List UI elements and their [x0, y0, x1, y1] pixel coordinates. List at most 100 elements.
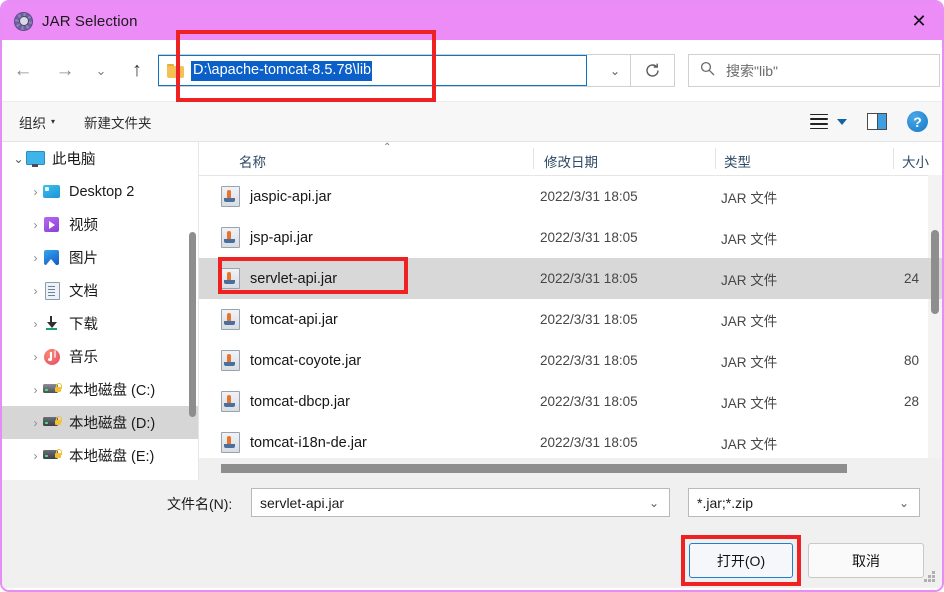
documents-icon [42, 281, 62, 300]
file-rows: jaspic-api.jar 2022/3/31 18:05 JAR 文件 js… [199, 176, 942, 463]
cancel-button[interactable]: 取消 [808, 543, 924, 578]
twisty-icon[interactable]: › [29, 218, 42, 232]
jar-file-icon [221, 186, 240, 207]
column-header-size[interactable]: 大小 [902, 151, 929, 171]
sidebar-item-desktop[interactable]: › Desktop 2 [2, 175, 198, 208]
address-bar[interactable]: D:\apache-tomcat-8.5.78\lib ⌄ [158, 54, 631, 87]
file-date: 2022/3/31 18:05 [540, 230, 638, 245]
horizontal-scrollbar-track[interactable] [199, 458, 942, 480]
file-type: JAR 文件 [721, 272, 778, 288]
sidebar-scrollbar-thumb[interactable] [189, 232, 196, 417]
sidebar-item-label: 下载 [69, 317, 98, 333]
address-input[interactable]: D:\apache-tomcat-8.5.78\lib [158, 55, 587, 86]
preview-pane-icon[interactable] [867, 113, 887, 130]
file-list-scrollbar-thumb[interactable] [931, 230, 939, 314]
table-row[interactable]: tomcat-i18n-de.jar 2022/3/31 18:05 JAR 文… [199, 422, 942, 463]
twisty-icon[interactable]: › [29, 251, 42, 265]
sidebar-item-videos[interactable]: › 视频 [2, 208, 198, 241]
arrow-right-icon[interactable]: → [44, 51, 86, 91]
page-title: JAR Selection [42, 12, 138, 30]
file-name: tomcat-coyote.jar [250, 352, 362, 369]
address-value: D:\apache-tomcat-8.5.78\lib [191, 60, 373, 81]
drive-system-icon [42, 381, 62, 399]
file-name: servlet-api.jar [250, 270, 338, 287]
resize-grip[interactable] [924, 571, 936, 583]
chevron-down-icon[interactable]: ⌄ [649, 496, 659, 510]
sidebar-item-label: 本地磁盘 (C:) [69, 383, 156, 399]
filename-input[interactable]: servlet-api.jar ⌄ [251, 488, 670, 517]
desktop-icon [42, 183, 62, 201]
filename-label: 文件名(N): [167, 496, 233, 512]
horizontal-scrollbar-thumb[interactable] [221, 464, 847, 473]
sidebar-item-music[interactable]: › 音乐 [2, 340, 198, 373]
sidebar-item-label: 此电脑 [52, 152, 96, 168]
sidebar-item-pictures[interactable]: › 图片 [2, 241, 198, 274]
refresh-button[interactable] [631, 54, 675, 87]
new-folder-button[interactable]: 新建文件夹 [84, 112, 152, 132]
file-type: JAR 文件 [721, 190, 778, 206]
file-date: 2022/3/31 18:05 [540, 271, 638, 286]
sidebar-item-label: 视频 [69, 218, 98, 234]
twisty-icon[interactable]: › [29, 284, 42, 298]
sidebar-item-drive-e[interactable]: › 本地磁盘 (E:) [2, 439, 198, 472]
file-date: 2022/3/31 18:05 [540, 353, 638, 368]
music-icon [42, 348, 62, 366]
file-type: JAR 文件 [721, 231, 778, 247]
list-view-icon[interactable] [810, 113, 828, 130]
column-header-name[interactable]: 名称 [239, 151, 266, 171]
twisty-icon[interactable]: › [29, 185, 42, 199]
file-date: 2022/3/31 18:05 [540, 435, 638, 450]
file-type: JAR 文件 [721, 354, 778, 370]
chevron-down-icon: ▾ [51, 117, 56, 126]
drive-icon [42, 447, 62, 465]
sidebar-item-this-pc[interactable]: ⌄ 此电脑 [2, 142, 198, 175]
close-icon[interactable]: ✕ [896, 2, 942, 40]
downloads-icon [42, 315, 62, 333]
table-row[interactable]: tomcat-api.jar 2022/3/31 18:05 JAR 文件 [199, 299, 942, 340]
sidebar-item-documents[interactable]: › 文档 [2, 274, 198, 307]
filetype-select[interactable]: *.jar;*.zip ⌄ [688, 488, 920, 517]
open-button[interactable]: 打开(O) [689, 543, 793, 578]
column-headers: 名称 ⌃ 修改日期 类型 大小 [199, 142, 942, 176]
table-row[interactable]: jaspic-api.jar 2022/3/31 18:05 JAR 文件 [199, 176, 942, 217]
file-date: 2022/3/31 18:05 [540, 189, 638, 204]
sidebar-item-drive-c[interactable]: › 本地磁盘 (C:) [2, 373, 198, 406]
jar-file-icon [221, 309, 240, 330]
file-name: tomcat-api.jar [250, 311, 338, 328]
table-row[interactable]: tomcat-dbcp.jar 2022/3/31 18:05 JAR 文件 2… [199, 381, 942, 422]
file-size: 80 [904, 353, 920, 368]
twisty-icon[interactable]: › [29, 383, 42, 397]
chevron-down-icon[interactable]: ⌄ [86, 51, 116, 91]
sidebar-item-drive-d[interactable]: › 本地磁盘 (D:) [2, 406, 198, 439]
search-placeholder: 搜索"lib" [726, 62, 778, 79]
file-size: 28 [904, 394, 920, 409]
twisty-icon[interactable]: › [29, 449, 42, 463]
filename-value: servlet-api.jar [260, 494, 345, 511]
table-row[interactable]: jsp-api.jar 2022/3/31 18:05 JAR 文件 [199, 217, 942, 258]
computer-icon [25, 150, 45, 168]
file-type: JAR 文件 [721, 313, 778, 329]
jar-selection-dialog: JAR Selection ✕ ← → ⌄ ↑ D:\apache-tomcat… [0, 0, 944, 592]
sidebar-item-drive-f[interactable]: › 本地磁盘 (F:) [2, 472, 198, 480]
search-input[interactable]: 搜索"lib" [688, 54, 940, 87]
arrow-left-icon[interactable]: ← [2, 51, 44, 91]
twisty-icon[interactable]: › [29, 350, 42, 364]
table-row[interactable]: servlet-api.jar 2022/3/31 18:05 JAR 文件 2… [199, 258, 942, 299]
twisty-icon[interactable]: › [29, 416, 42, 430]
twisty-icon[interactable]: › [29, 317, 42, 331]
address-dropdown-icon[interactable]: ⌄ [610, 64, 620, 78]
table-row[interactable]: tomcat-coyote.jar 2022/3/31 18:05 JAR 文件… [199, 340, 942, 381]
chevron-down-icon[interactable] [837, 118, 847, 125]
help-icon[interactable]: ? [907, 111, 928, 132]
file-name: jsp-api.jar [250, 229, 313, 246]
twisty-icon[interactable]: ⌄ [12, 152, 25, 166]
pictures-icon [42, 249, 62, 267]
sidebar-item-downloads[interactable]: › 下载 [2, 307, 198, 340]
column-header-type[interactable]: 类型 [724, 151, 751, 171]
arrow-up-icon[interactable]: ↑ [116, 51, 158, 91]
organize-button[interactable]: 组织 ▾ [19, 112, 55, 132]
column-header-date[interactable]: 修改日期 [544, 151, 598, 171]
file-date: 2022/3/31 18:05 [540, 394, 638, 409]
organize-label: 组织 [19, 115, 46, 131]
chevron-down-icon[interactable]: ⌄ [899, 496, 909, 510]
